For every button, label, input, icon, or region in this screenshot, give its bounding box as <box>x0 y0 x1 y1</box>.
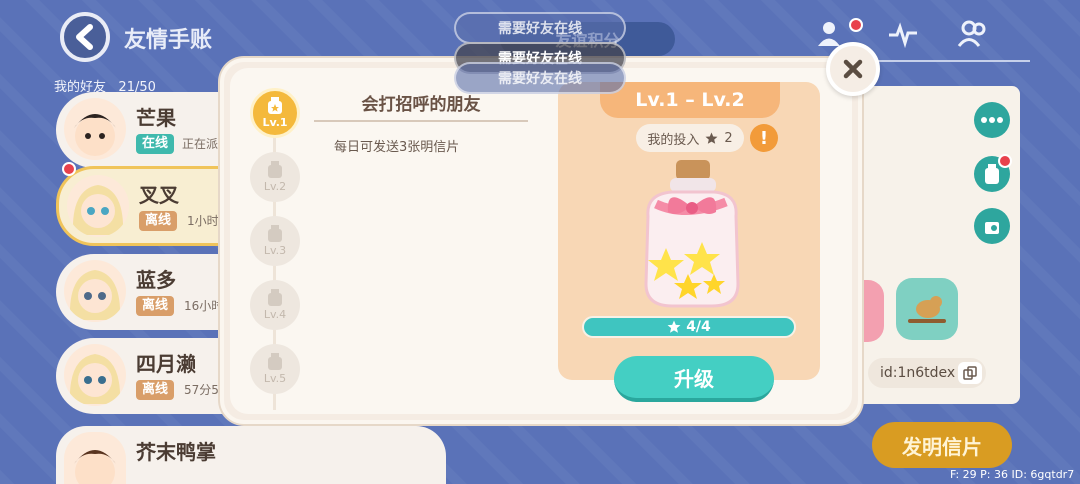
toast-message: 需要好友在线 <box>454 12 626 44</box>
level-label: Lv.1 <box>262 116 288 129</box>
level-label: Lv.5 <box>263 372 287 385</box>
page-title: 友情手账 <box>124 28 213 53</box>
level-label: Lv.4 <box>263 308 287 321</box>
bird-icon <box>908 296 946 323</box>
level-description: 每日可发送3张明信片 <box>334 140 460 155</box>
avatar <box>64 98 126 160</box>
level-item-3[interactable]: Lv.3 <box>250 216 300 266</box>
level-item-2[interactable]: Lv.2 <box>250 152 300 202</box>
star-icon <box>667 320 681 333</box>
badge-pink[interactable] <box>864 280 884 342</box>
gift-button[interactable] <box>974 208 1010 244</box>
level-item-1[interactable]: Lv.1 <box>250 88 300 138</box>
friend-name: 芒果 <box>136 106 176 130</box>
avatar <box>67 175 129 237</box>
progress-text: 4/4 <box>686 319 711 335</box>
friend-status-text: 正在派 <box>182 137 219 151</box>
more-button[interactable] <box>974 102 1010 138</box>
reward-level-range: Lv.1 – Lv.2 <box>600 82 780 118</box>
gift-icon <box>985 222 999 234</box>
user-id-text: id:1n6tdex <box>880 365 956 381</box>
friends-icon <box>957 20 986 47</box>
my-investment: 我的投入 2 <box>636 124 744 152</box>
invent-postcard-button[interactable]: 发明信片 <box>872 422 1012 468</box>
jar-icon <box>268 289 282 306</box>
avatar <box>64 344 126 406</box>
notification-dot <box>998 154 1012 168</box>
notification-dot <box>62 162 76 176</box>
tab-friends[interactable] <box>955 16 991 52</box>
status-badge: 离线 <box>136 296 175 316</box>
friend-name: 芥末鸭掌 <box>136 440 216 464</box>
friend-name: 叉叉 <box>139 183 179 207</box>
star-jar-icon <box>644 160 740 308</box>
copy-button[interactable] <box>958 362 982 384</box>
jar-icon <box>268 161 282 178</box>
friend-status-text: 16小时 <box>184 299 224 313</box>
back-button[interactable] <box>60 12 110 62</box>
notification-dot <box>849 18 863 32</box>
jar-icon <box>268 225 282 242</box>
jar-icon <box>268 97 282 114</box>
level-list: Lv.1 Lv.2 Lv.3 Lv.4 Lv.5 <box>250 84 300 414</box>
status-badge: 在线 <box>136 134 175 154</box>
friendship-jar-image <box>626 156 756 316</box>
level-progress-bar: 4/4 <box>582 316 796 338</box>
invest-value: 2 <box>724 130 733 146</box>
friend-name: 蓝多 <box>136 268 176 292</box>
avatar <box>64 432 126 484</box>
jar-icon <box>268 353 282 370</box>
friend-name: 四月濑 <box>136 352 196 376</box>
friend-status-text: 57分5 <box>184 383 219 397</box>
status-badge: 离线 <box>139 211 178 231</box>
status-badge: 离线 <box>136 380 175 400</box>
avatar <box>64 260 126 322</box>
level-label: Lv.2 <box>263 180 287 193</box>
close-icon <box>843 59 863 79</box>
copy-icon <box>963 366 977 380</box>
debug-overlay: F: 29 P: 36 ID: 6gqtdr7 <box>950 468 1075 481</box>
heartbeat-icon <box>889 22 917 49</box>
badge-bird[interactable] <box>896 278 958 340</box>
chevron-left-icon <box>76 24 93 50</box>
more-dots-icon <box>981 117 1003 123</box>
level-item-4[interactable]: Lv.4 <box>250 280 300 330</box>
divider <box>314 120 528 122</box>
toast-message: 需要好友在线 <box>454 62 626 94</box>
level-label: Lv.3 <box>263 244 287 257</box>
upgrade-button[interactable]: 升级 <box>614 356 774 402</box>
star-icon <box>705 132 718 144</box>
close-button[interactable] <box>826 42 880 96</box>
invest-label: 我的投入 <box>647 132 700 148</box>
jar-icon <box>985 164 999 184</box>
tab-activity[interactable] <box>885 16 921 52</box>
friend-card[interactable]: 芥末鸭掌 <box>56 426 446 484</box>
level-item-5[interactable]: Lv.5 <box>250 344 300 394</box>
info-warning-button[interactable]: ! <box>750 124 778 152</box>
